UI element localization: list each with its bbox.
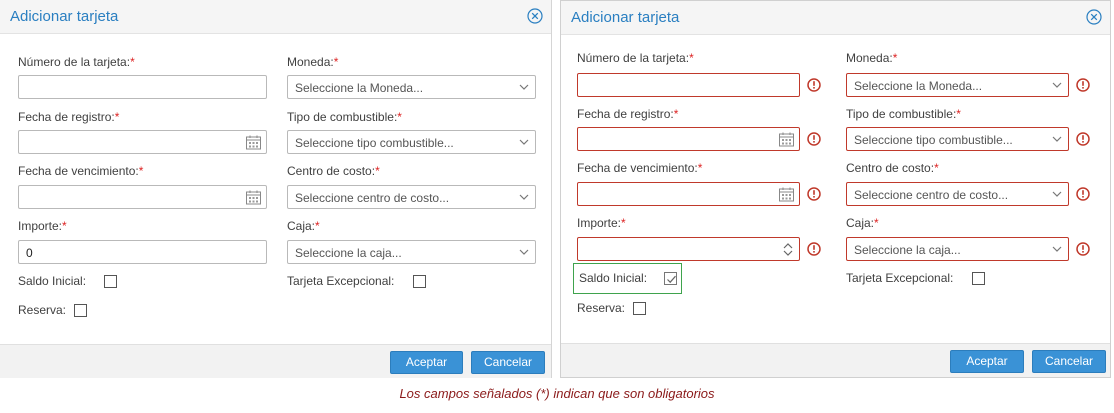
chevron-down-icon xyxy=(1052,136,1062,142)
accept-button[interactable]: Aceptar xyxy=(390,351,463,374)
exceptional-card-label: Tarjeta Excepcional: xyxy=(287,274,395,288)
dialog-title: Adicionar tarjeta xyxy=(10,8,119,25)
accept-button[interactable]: Aceptar xyxy=(950,350,1024,373)
card-number-label: Número de la tarjeta:* xyxy=(577,51,694,65)
dialog-left: Adicionar tarjeta Número de la tarjeta:*… xyxy=(0,0,552,378)
cancel-button[interactable]: Cancelar xyxy=(1032,350,1106,373)
fuel-type-select[interactable]: Seleccione tipo combustible... xyxy=(846,127,1069,151)
exceptional-card-checkbox[interactable] xyxy=(413,275,426,288)
calendar-icon[interactable] xyxy=(245,189,262,206)
dialog-title: Adicionar tarjeta xyxy=(571,9,680,26)
amount-value: 0 xyxy=(26,246,33,260)
amount-label: Importe:* xyxy=(18,219,67,233)
chevron-down-icon xyxy=(1052,191,1062,197)
card-number-label: Número de la tarjeta:* xyxy=(18,55,135,69)
cost-center-select[interactable]: Seleccione centro de costo... xyxy=(287,185,536,209)
close-circle-icon[interactable] xyxy=(527,8,543,24)
currency-label: Moneda:* xyxy=(846,51,898,65)
cost-center-label: Centro de costo:* xyxy=(287,164,380,178)
chevron-down-icon xyxy=(519,249,529,255)
cost-center-label: Centro de costo:* xyxy=(846,161,939,175)
reg-date-label: Fecha de registro:* xyxy=(577,107,679,121)
close-circle-icon[interactable] xyxy=(1086,9,1102,25)
chevron-down-icon xyxy=(1052,82,1062,88)
fuel-type-label: Tipo de combustible:* xyxy=(846,107,961,121)
cashbox-label: Caja:* xyxy=(846,216,879,230)
reserve-label: Reserva: xyxy=(18,303,67,317)
exclamation-circle-icon xyxy=(807,132,821,146)
exp-date-input[interactable] xyxy=(577,182,800,206)
initial-balance-label: Saldo Inicial: xyxy=(579,271,648,285)
reserve-checkbox[interactable] xyxy=(633,302,646,315)
calendar-icon[interactable] xyxy=(778,186,795,203)
dialog-footer: Aceptar Cancelar xyxy=(0,344,551,378)
reserve-label: Reserva: xyxy=(577,301,626,315)
reg-date-input[interactable] xyxy=(18,130,267,154)
exceptional-card-checkbox[interactable] xyxy=(972,272,985,285)
exclamation-circle-icon xyxy=(1076,187,1090,201)
currency-label: Moneda:* xyxy=(287,55,339,69)
exclamation-circle-icon xyxy=(807,78,821,92)
currency-select[interactable]: Seleccione la Moneda... xyxy=(846,73,1069,97)
calendar-icon[interactable] xyxy=(778,131,795,148)
initial-balance-checkbox[interactable] xyxy=(664,272,677,285)
reserve-checkbox[interactable] xyxy=(74,304,87,317)
exclamation-circle-icon xyxy=(1076,132,1090,146)
cashbox-select[interactable]: Seleccione la caja... xyxy=(846,237,1069,261)
exp-date-label: Fecha de vencimiento:* xyxy=(18,164,144,178)
dialog-header: Adicionar tarjeta xyxy=(561,1,1110,35)
exclamation-circle-icon xyxy=(1076,78,1090,92)
exclamation-circle-icon xyxy=(1076,242,1090,256)
calendar-icon[interactable] xyxy=(245,134,262,151)
chevron-down-icon xyxy=(1052,246,1062,252)
required-fields-note: Los campos señalados (*) indican que son… xyxy=(399,386,715,401)
dialog-right: Adicionar tarjeta Número de la tarjeta:*… xyxy=(560,0,1111,378)
dialog-header: Adicionar tarjeta xyxy=(0,0,551,34)
cancel-button[interactable]: Cancelar xyxy=(471,351,545,374)
currency-select[interactable]: Seleccione la Moneda... xyxy=(287,75,536,99)
cost-center-select[interactable]: Seleccione centro de costo... xyxy=(846,182,1069,206)
amount-input[interactable]: 0 xyxy=(18,240,267,264)
chevron-down-icon xyxy=(519,194,529,200)
card-number-input[interactable] xyxy=(577,73,800,97)
amount-label: Importe:* xyxy=(577,216,626,230)
card-number-input[interactable] xyxy=(18,75,267,99)
chevron-down-icon xyxy=(519,84,529,90)
exclamation-circle-icon xyxy=(807,242,821,256)
initial-balance-label: Saldo Inicial: xyxy=(18,274,87,288)
cashbox-label: Caja:* xyxy=(287,219,320,233)
amount-input[interactable] xyxy=(577,237,800,261)
initial-balance-checkbox[interactable] xyxy=(104,275,117,288)
checkmark-icon xyxy=(667,275,676,284)
exp-date-input[interactable] xyxy=(18,185,267,209)
exclamation-circle-icon xyxy=(807,187,821,201)
fuel-type-label: Tipo de combustible:* xyxy=(287,110,402,124)
spinner-arrows-icon[interactable] xyxy=(783,241,793,258)
cashbox-select[interactable]: Seleccione la caja... xyxy=(287,240,536,264)
fuel-type-select[interactable]: Seleccione tipo combustible... xyxy=(287,130,536,154)
chevron-down-icon xyxy=(519,139,529,145)
exp-date-label: Fecha de vencimiento:* xyxy=(577,161,703,175)
dialog-footer: Aceptar Cancelar xyxy=(561,343,1110,377)
reg-date-label: Fecha de registro:* xyxy=(18,110,120,124)
exceptional-card-label: Tarjeta Excepcional: xyxy=(846,271,954,285)
reg-date-input[interactable] xyxy=(577,127,800,151)
